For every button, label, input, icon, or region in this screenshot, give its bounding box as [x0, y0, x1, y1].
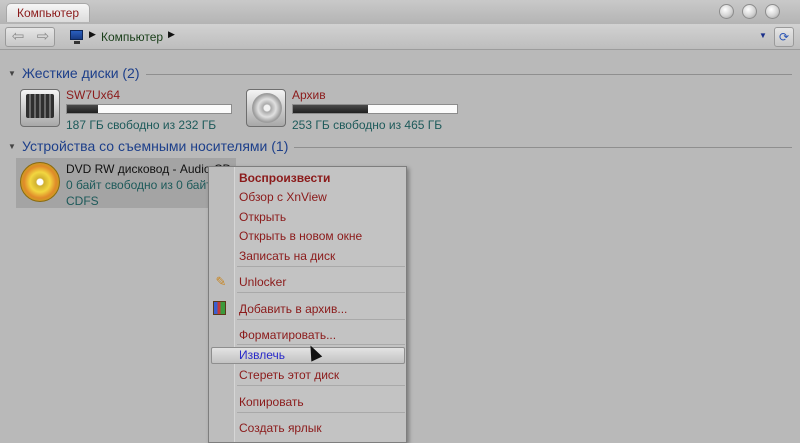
forward-arrow-icon[interactable]: ⇨ [31, 28, 55, 46]
menu-separator [237, 412, 405, 413]
menu-separator [237, 319, 405, 320]
winrar-archive-icon [213, 301, 226, 315]
drive-item[interactable]: SW7Ux64 187 ГБ свободно из 232 ГБ [20, 88, 240, 132]
group-header-removable[interactable]: ▼ Устройства со съемными носителями (1) [8, 138, 792, 154]
title-bar: Компьютер [0, 0, 800, 24]
dvd-drive-item[interactable]: DVD RW дисковод - Audio CD 0 байт свобод… [16, 158, 236, 208]
menu-separator [237, 266, 405, 267]
drive-name: SW7Ux64 [66, 88, 121, 102]
menu-item-format[interactable]: Форматировать... [239, 328, 336, 342]
menu-item-browse-xnview[interactable]: Обзор с XnView [239, 190, 327, 204]
collapse-chevron-icon[interactable]: ▼ [8, 142, 22, 151]
drive-item[interactable]: Архив 253 ГБ свободно из 465 ГБ [246, 88, 466, 132]
history-dropdown-icon[interactable]: ▼ [759, 31, 767, 40]
unlocker-wand-icon: ✎ [215, 274, 227, 289]
group-divider [294, 146, 792, 148]
navigation-buttons: ⇦ ⇨ [5, 27, 55, 47]
drive-usage-bar [292, 104, 458, 114]
drive-name: Архив [292, 88, 326, 102]
back-arrow-icon[interactable]: ⇦ [6, 28, 30, 46]
menu-item-play[interactable]: Воспроизвести [239, 171, 330, 185]
address-bar: ⇦ ⇨ ▶ Компьютер ▶ ▼ ⟳ [0, 24, 800, 50]
menu-item-eject[interactable]: Извлечь [239, 348, 285, 362]
close-button[interactable] [765, 4, 780, 19]
device-filesystem: CDFS [66, 194, 99, 208]
minimize-button[interactable] [719, 4, 734, 19]
hard-disk-icon [20, 89, 60, 127]
menu-item-add-archive[interactable]: Добавить в архив... [239, 302, 347, 316]
computer-icon [70, 30, 83, 44]
menu-item-burn[interactable]: Записать на диск [239, 249, 335, 263]
drive-usage-fill [293, 105, 369, 113]
dvd-disc-icon [20, 162, 60, 202]
menu-item-erase-disc[interactable]: Стереть этот диск [239, 368, 339, 382]
group-divider [145, 73, 792, 75]
collapse-chevron-icon[interactable]: ▼ [8, 69, 22, 78]
device-name: DVD RW дисковод - Audio CD [66, 162, 232, 176]
window-title: Компьютер [6, 3, 91, 22]
breadcrumb-chevron-icon[interactable]: ▶ [168, 29, 175, 40]
breadcrumb-computer[interactable]: Компьютер [101, 30, 163, 44]
drive-free-space: 187 ГБ свободно из 232 ГБ [66, 118, 217, 132]
menu-item-copy[interactable]: Копировать [239, 395, 304, 409]
menu-item-unlocker[interactable]: Unlocker [239, 275, 286, 289]
group-header-hard-disks[interactable]: ▼ Жесткие диски (2) [8, 65, 792, 81]
menu-item-open-new-window[interactable]: Открыть в новом окне [239, 229, 362, 243]
menu-item-create-shortcut[interactable]: Создать ярлык [239, 421, 322, 435]
device-free-space: 0 байт свободно из 0 байт [66, 178, 212, 192]
maximize-button[interactable] [742, 4, 757, 19]
context-menu: Воспроизвести Обзор с XnView Открыть Отк… [208, 166, 407, 443]
drive-free-space: 253 ГБ свободно из 465 ГБ [292, 118, 443, 132]
refresh-icon[interactable]: ⟳ [774, 27, 794, 47]
menu-separator [237, 385, 405, 386]
menu-item-open[interactable]: Открыть [239, 210, 286, 224]
drive-usage-fill [67, 105, 99, 113]
hard-disk-icon [246, 89, 286, 127]
drive-usage-bar [66, 104, 232, 114]
menu-separator [237, 292, 405, 293]
breadcrumb-chevron-icon[interactable]: ▶ [89, 29, 96, 40]
menu-separator [237, 344, 405, 345]
